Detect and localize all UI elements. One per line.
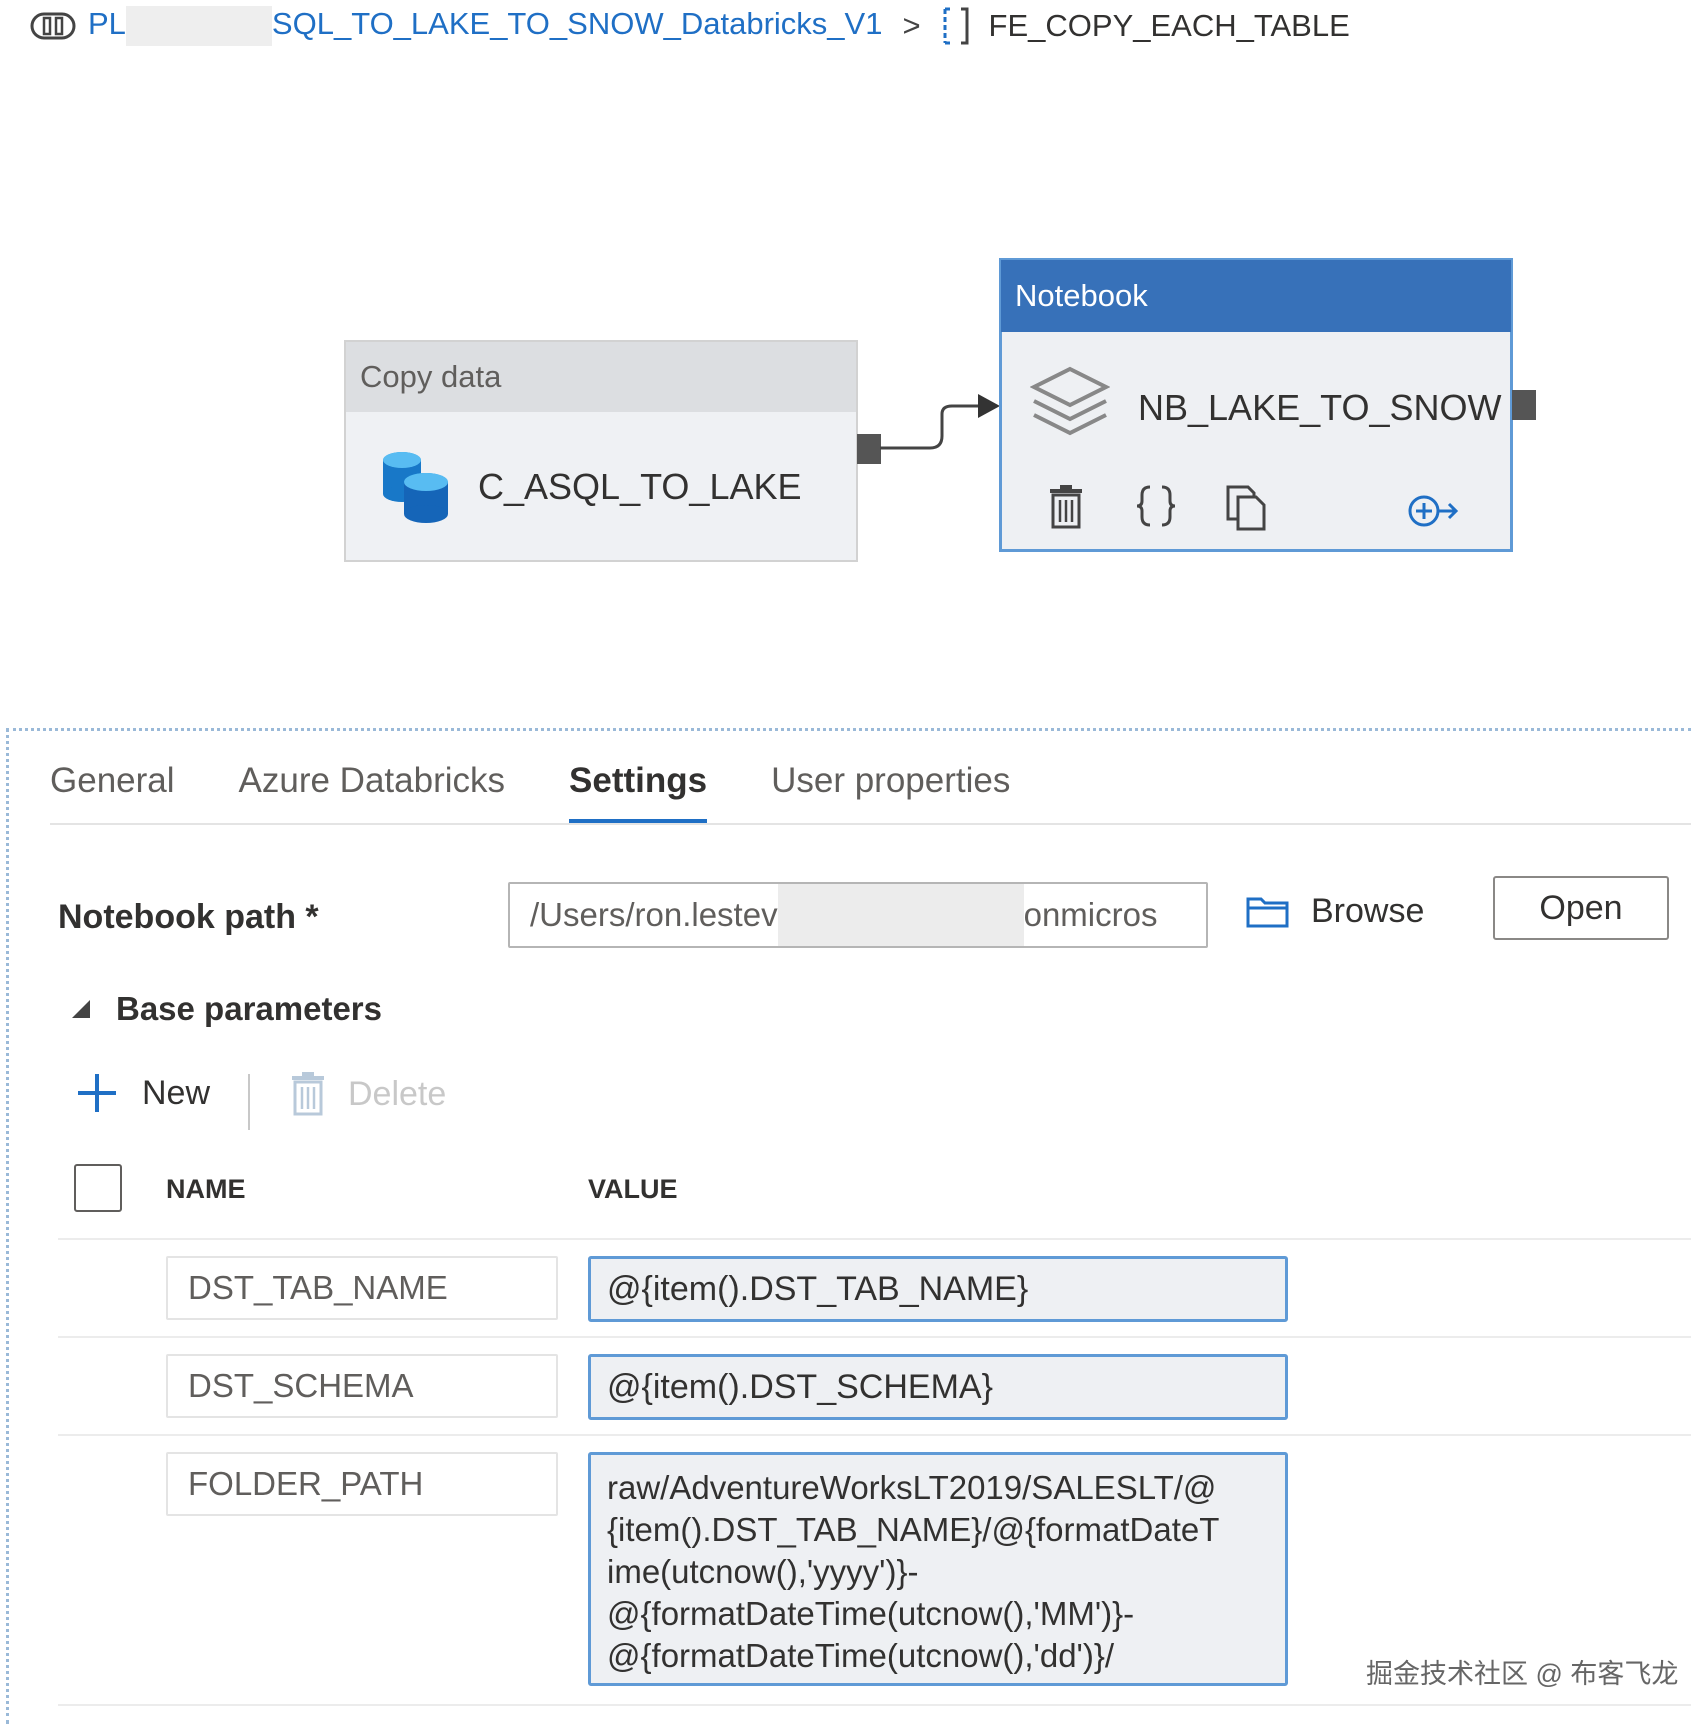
tabs-divider bbox=[50, 823, 1691, 825]
param-value-line: @{formatDateTime(utcnow(),'dd')}/ bbox=[607, 1637, 1115, 1674]
dependency-arrow bbox=[880, 394, 1000, 450]
new-label: New bbox=[142, 1073, 211, 1112]
notebook-path-label: Notebook path * bbox=[58, 898, 319, 936]
add-output-icon[interactable] bbox=[1406, 491, 1462, 531]
param-value-input[interactable]: @{item().DST_SCHEMA} bbox=[588, 1354, 1288, 1420]
tab-azure-databricks[interactable]: Azure Databricks bbox=[239, 755, 505, 825]
database-icon bbox=[383, 452, 448, 523]
notebook-output-handle[interactable] bbox=[1512, 390, 1536, 420]
column-header-name: NAME bbox=[166, 1174, 246, 1204]
open-button[interactable]: Open bbox=[1493, 876, 1669, 940]
pipeline-name-prefix: PL bbox=[88, 6, 126, 42]
notebook-activity-header: Notebook bbox=[1001, 260, 1511, 332]
copy-activity-name: C_ASQL_TO_LAKE bbox=[478, 466, 802, 507]
breadcrumb-pipeline-link[interactable]: PL SQL_TO_LAKE_TO_SNOW_Databricks_V1 bbox=[88, 6, 882, 46]
param-value-text: @{item().DST_SCHEMA} bbox=[607, 1367, 993, 1406]
trash-icon bbox=[292, 1072, 324, 1116]
watermark: 掘金技术社区 @ 布客飞龙 bbox=[1366, 1659, 1679, 1689]
param-name-input[interactable]: DST_SCHEMA bbox=[166, 1354, 558, 1418]
param-value-line: raw/AdventureWorksLT2019/SALESLT/@ bbox=[607, 1469, 1217, 1506]
select-all-checkbox[interactable] bbox=[74, 1164, 122, 1212]
databricks-icon bbox=[1030, 366, 1110, 436]
param-name-text: DST_TAB_NAME bbox=[188, 1269, 448, 1306]
notebook-activity-type: Notebook bbox=[1015, 278, 1148, 313]
param-value-text: @{item().DST_TAB_NAME} bbox=[607, 1269, 1029, 1308]
param-value-line: ime(utcnow(),'yyyy')}- bbox=[607, 1553, 919, 1590]
row-divider bbox=[58, 1434, 1691, 1436]
breadcrumb-current: FE_COPY_EACH_TABLE bbox=[988, 8, 1350, 43]
delete-parameter-button[interactable]: Delete bbox=[290, 1072, 446, 1116]
delete-label: Delete bbox=[348, 1074, 447, 1113]
new-parameter-button[interactable]: New bbox=[76, 1072, 210, 1114]
tab-user-properties[interactable]: User properties bbox=[771, 755, 1010, 825]
copy-activity-header: Copy data bbox=[346, 342, 856, 412]
param-value-input[interactable]: raw/AdventureWorksLT2019/SALESLT/@ {item… bbox=[588, 1452, 1288, 1686]
code-icon[interactable] bbox=[1134, 483, 1178, 529]
notebook-activity-name: NB_LAKE_TO_SNOW bbox=[1138, 387, 1502, 428]
notebook-path-end: onmicros bbox=[1023, 896, 1158, 933]
param-value-line: @{formatDateTime(utcnow(),'MM')}- bbox=[607, 1595, 1135, 1632]
delete-icon[interactable] bbox=[1046, 485, 1086, 529]
pipeline-icon bbox=[30, 12, 76, 40]
foreach-icon bbox=[943, 7, 969, 45]
param-name-input[interactable]: DST_TAB_NAME bbox=[166, 1256, 558, 1320]
param-name-text: DST_SCHEMA bbox=[188, 1367, 414, 1404]
pipeline-name-suffix: SQL_TO_LAKE_TO_SNOW_Databricks_V1 bbox=[271, 6, 883, 42]
redacted-region bbox=[777, 884, 1024, 946]
plus-icon bbox=[78, 1074, 116, 1112]
copy-output-handle[interactable] bbox=[857, 434, 881, 464]
collapse-triangle-icon bbox=[72, 1000, 90, 1018]
browse-button[interactable]: Browse bbox=[1245, 886, 1424, 936]
breadcrumb-separator: > bbox=[902, 8, 921, 43]
copy-icon[interactable] bbox=[1224, 483, 1268, 531]
param-value-line: {item().DST_TAB_NAME}/@{formatDateT bbox=[607, 1511, 1220, 1548]
row-divider bbox=[58, 1704, 1691, 1706]
notebook-activity[interactable]: Notebook NB_LAKE_TO_SNOW bbox=[999, 258, 1513, 552]
tab-general[interactable]: General bbox=[50, 755, 175, 825]
row-divider bbox=[58, 1238, 1691, 1240]
param-value-input[interactable]: @{item().DST_TAB_NAME} bbox=[588, 1256, 1288, 1322]
folder-icon bbox=[1246, 897, 1289, 928]
browse-label: Browse bbox=[1311, 891, 1425, 930]
row-divider bbox=[58, 1336, 1691, 1338]
base-parameters-toggle[interactable]: Base parameters bbox=[68, 990, 382, 1028]
toolbar-divider bbox=[248, 1074, 250, 1130]
copy-data-activity[interactable]: Copy data C_ASQL_TO_LAKE bbox=[344, 340, 858, 562]
param-name-input[interactable]: FOLDER_PATH bbox=[166, 1452, 558, 1516]
column-header-value: VALUE bbox=[588, 1174, 678, 1204]
tab-settings[interactable]: Settings bbox=[569, 755, 708, 825]
properties-tabs: General Azure Databricks Settings User p… bbox=[50, 755, 1074, 825]
param-name-text: FOLDER_PATH bbox=[188, 1465, 424, 1502]
redacted-region bbox=[125, 6, 272, 46]
open-label: Open bbox=[1539, 888, 1623, 927]
copy-activity-type: Copy data bbox=[360, 359, 502, 394]
base-parameters-label: Base parameters bbox=[116, 990, 382, 1027]
breadcrumb: PL SQL_TO_LAKE_TO_SNOW_Databricks_V1 > FE… bbox=[30, 0, 1350, 52]
notebook-path-input[interactable]: /Users/ron.lestev onmicros bbox=[508, 882, 1208, 948]
notebook-path-start: /Users/ron.lestev bbox=[530, 896, 778, 933]
